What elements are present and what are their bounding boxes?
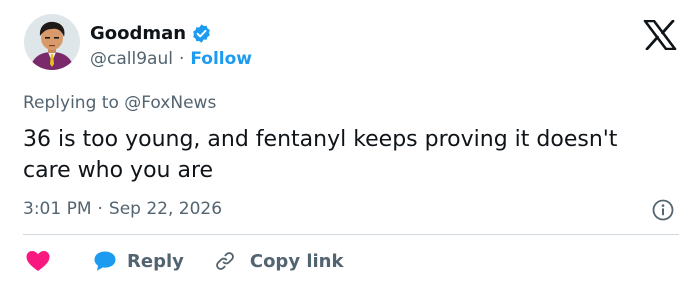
divider — [23, 234, 679, 235]
avatar[interactable] — [24, 14, 80, 70]
tweet-actions: Reply Copy link — [23, 248, 343, 274]
reply-context-prefix: Replying to — [23, 93, 125, 113]
heart-icon — [25, 249, 51, 273]
copy-link-label: Copy link — [249, 250, 344, 272]
reply-context: Replying to @FoxNews — [23, 93, 216, 113]
reply-context-mention[interactable]: @FoxNews — [124, 93, 216, 113]
author-handle[interactable]: @call9aul — [90, 49, 173, 69]
link-icon — [214, 250, 236, 272]
author-handle-row: @call9aul · Follow — [90, 48, 252, 70]
author-name-row: Goodman — [90, 21, 212, 45]
copy-link-button[interactable]: Copy link — [214, 250, 344, 272]
reply-button[interactable]: Reply — [93, 250, 184, 272]
separator-dot: · — [178, 49, 185, 69]
reply-bubble-icon — [93, 250, 117, 272]
tweet-timestamp[interactable]: 3:01 PM · Sep 22, 2026 — [23, 197, 222, 221]
tweet-text: 36 is too young, and fentanyl keeps prov… — [23, 127, 618, 183]
x-logo-icon[interactable] — [643, 19, 677, 51]
tweet-time: 3:01 PM — [23, 199, 92, 219]
author-display-name[interactable]: Goodman — [90, 23, 186, 44]
separator-dot: · — [97, 199, 103, 219]
like-button[interactable] — [23, 249, 51, 273]
verified-badge-icon — [191, 23, 212, 44]
avatar-illustration — [24, 14, 80, 70]
follow-button[interactable]: Follow — [190, 49, 252, 69]
info-icon[interactable] — [651, 198, 675, 222]
reply-label: Reply — [127, 250, 184, 272]
tweet-date: Sep 22, 2026 — [108, 199, 223, 219]
